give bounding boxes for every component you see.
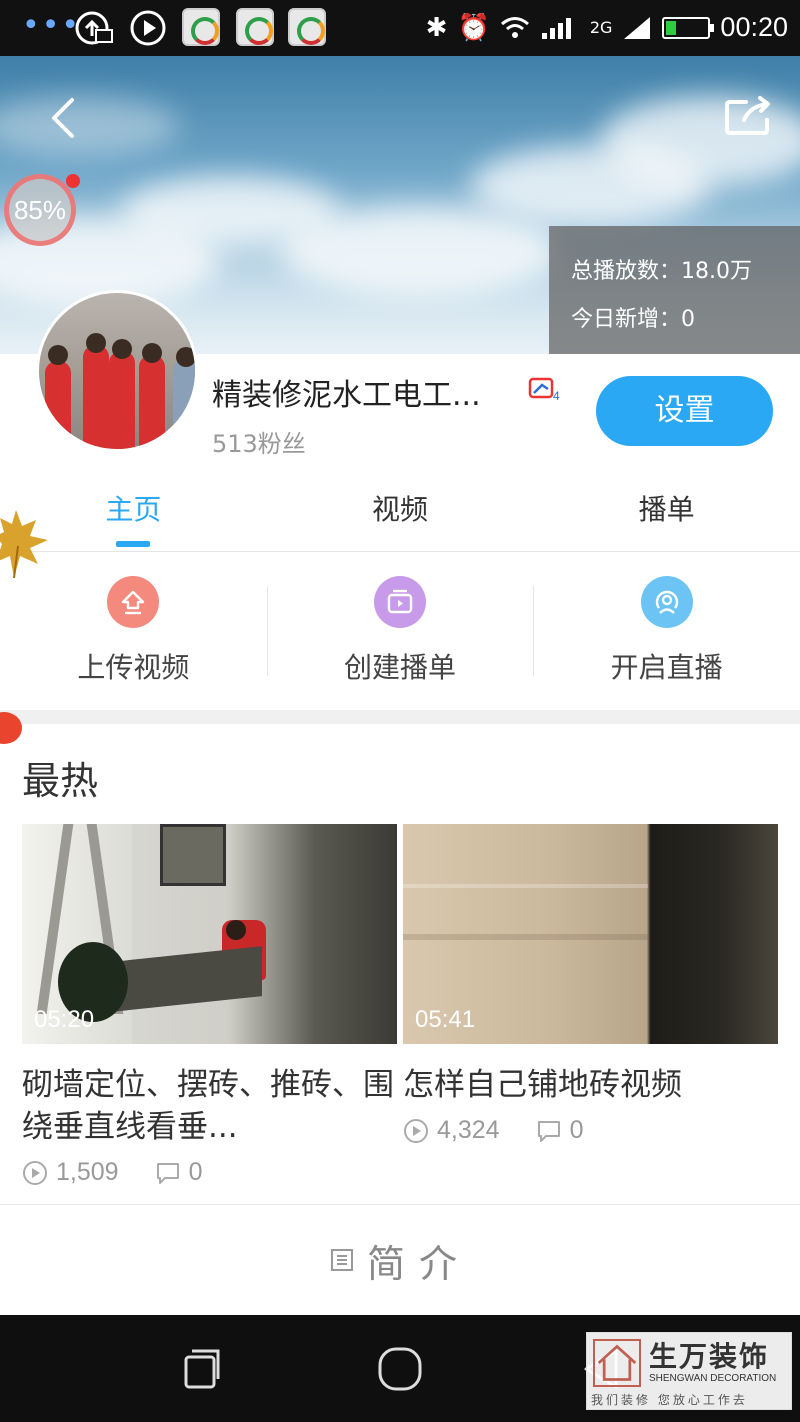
notification-dot [66, 174, 80, 188]
tab-bar: 主页 视频 播单 [0, 470, 800, 552]
clock: 00:20 [720, 12, 788, 42]
network-type-label: 2G [589, 18, 613, 37]
video-duration: 05:20 [34, 1006, 95, 1033]
play-count-icon [404, 1118, 428, 1143]
create-playlist-action[interactable]: 创建播单 [266, 552, 534, 710]
video-meta: 4,324 0 [403, 1116, 778, 1145]
share-button[interactable] [724, 96, 772, 136]
upload-video-label: 上传视频 [77, 651, 190, 684]
intro-section[interactable]: 简介 [0, 1205, 800, 1315]
watermark-english: SHENGWAN DECORATION [649, 1373, 777, 1384]
svg-text:4: 4 [553, 389, 560, 402]
start-live-label: 开启直播 [610, 651, 723, 684]
video-duration: 05:41 [415, 1006, 476, 1033]
app-page: ••• ✱ ⏰ 2G 00:20 85% 总播放数：18.0万 今日新增：0 精… [0, 0, 800, 1422]
video-title[interactable]: 怎样自己铺地砖视频 [403, 1064, 778, 1106]
play-count: 4,324 [437, 1116, 500, 1144]
progress-percent: 85% [13, 194, 67, 225]
stats-panel: 总播放数：18.0万 今日新增：0 [549, 226, 800, 354]
section-divider [0, 710, 800, 724]
video-meta: 1,509 0 [22, 1158, 397, 1187]
app-icon [236, 8, 274, 46]
settings-button[interactable]: 设置 [596, 376, 773, 446]
recent-apps-button[interactable] [176, 1343, 228, 1395]
status-bar: ••• ✱ ⏰ 2G 00:20 [0, 0, 800, 56]
bluetooth-icon: ✱ [425, 12, 448, 43]
app-icon [182, 8, 220, 46]
video-title[interactable]: 砌墙定位、摆砖、推砖、围绕垂直线看垂... [22, 1064, 397, 1148]
avatar[interactable] [36, 290, 198, 452]
comment-count: 0 [188, 1158, 203, 1186]
tab-videos[interactable]: 视频 [267, 470, 534, 551]
document-icon [330, 1249, 353, 1271]
status-indicators: ✱ ⏰ 2G 00:20 [426, 12, 788, 43]
video-thumbnail[interactable]: 05:20 [22, 824, 397, 1044]
quick-actions: 上传视频 创建播单 开启直播 [0, 552, 800, 710]
video-card[interactable]: 05:41 怎样自己铺地砖视频 4,324 0 [403, 824, 778, 1145]
playlist-icon [374, 576, 426, 628]
watermark-name: 生万装饰 [649, 1340, 770, 1373]
signal-icon [541, 17, 571, 39]
house-logo-icon [593, 1339, 641, 1387]
intro-label: 简介 [366, 1241, 471, 1286]
watermark-slogan: 我们装修 您放心工作去 [591, 1393, 748, 1407]
channel-name: 精装修泥水工电工... [212, 378, 481, 413]
create-playlist-label: 创建播单 [344, 651, 457, 684]
tab-playlists[interactable]: 播单 [533, 470, 800, 551]
notification-icon [75, 11, 113, 45]
alarm-icon: ⏰ [457, 12, 490, 43]
app-icon [288, 8, 326, 46]
total-plays-stat: 总播放数：18.0万 [571, 259, 752, 284]
maple-leaf-decoration-icon [0, 510, 48, 579]
more-dots-icon: ••• [22, 8, 82, 43]
live-icon [640, 576, 693, 628]
upload-icon [107, 576, 160, 628]
wifi-icon [500, 16, 529, 38]
video-thumbnail[interactable]: 05:41 [403, 824, 778, 1044]
watermark-logo: 生万装饰 SHENGWAN DECORATION 我们装修 您放心工作去 [586, 1332, 792, 1410]
today-new-stat: 今日新增：0 [571, 307, 695, 332]
video-card[interactable]: 05:20 砌墙定位、摆砖、推砖、围绕垂直线看垂... 1,509 0 [22, 824, 397, 1187]
verified-badge-icon: 4 [528, 377, 560, 402]
comment-count: 0 [569, 1116, 584, 1144]
fans-count: 513粉丝 [212, 430, 306, 458]
play-icon [130, 10, 166, 46]
comment-icon [537, 1120, 560, 1142]
play-count: 1,509 [56, 1158, 119, 1186]
battery-icon [662, 16, 715, 39]
signal-icon [624, 16, 651, 39]
play-count-icon [23, 1160, 47, 1185]
comment-icon [156, 1162, 179, 1184]
section-title-hot: 最热 [22, 759, 99, 803]
start-live-action[interactable]: 开启直播 [533, 552, 800, 710]
home-button[interactable] [374, 1343, 426, 1395]
back-button[interactable] [44, 96, 84, 140]
progress-indicator[interactable]: 85% [4, 174, 76, 246]
